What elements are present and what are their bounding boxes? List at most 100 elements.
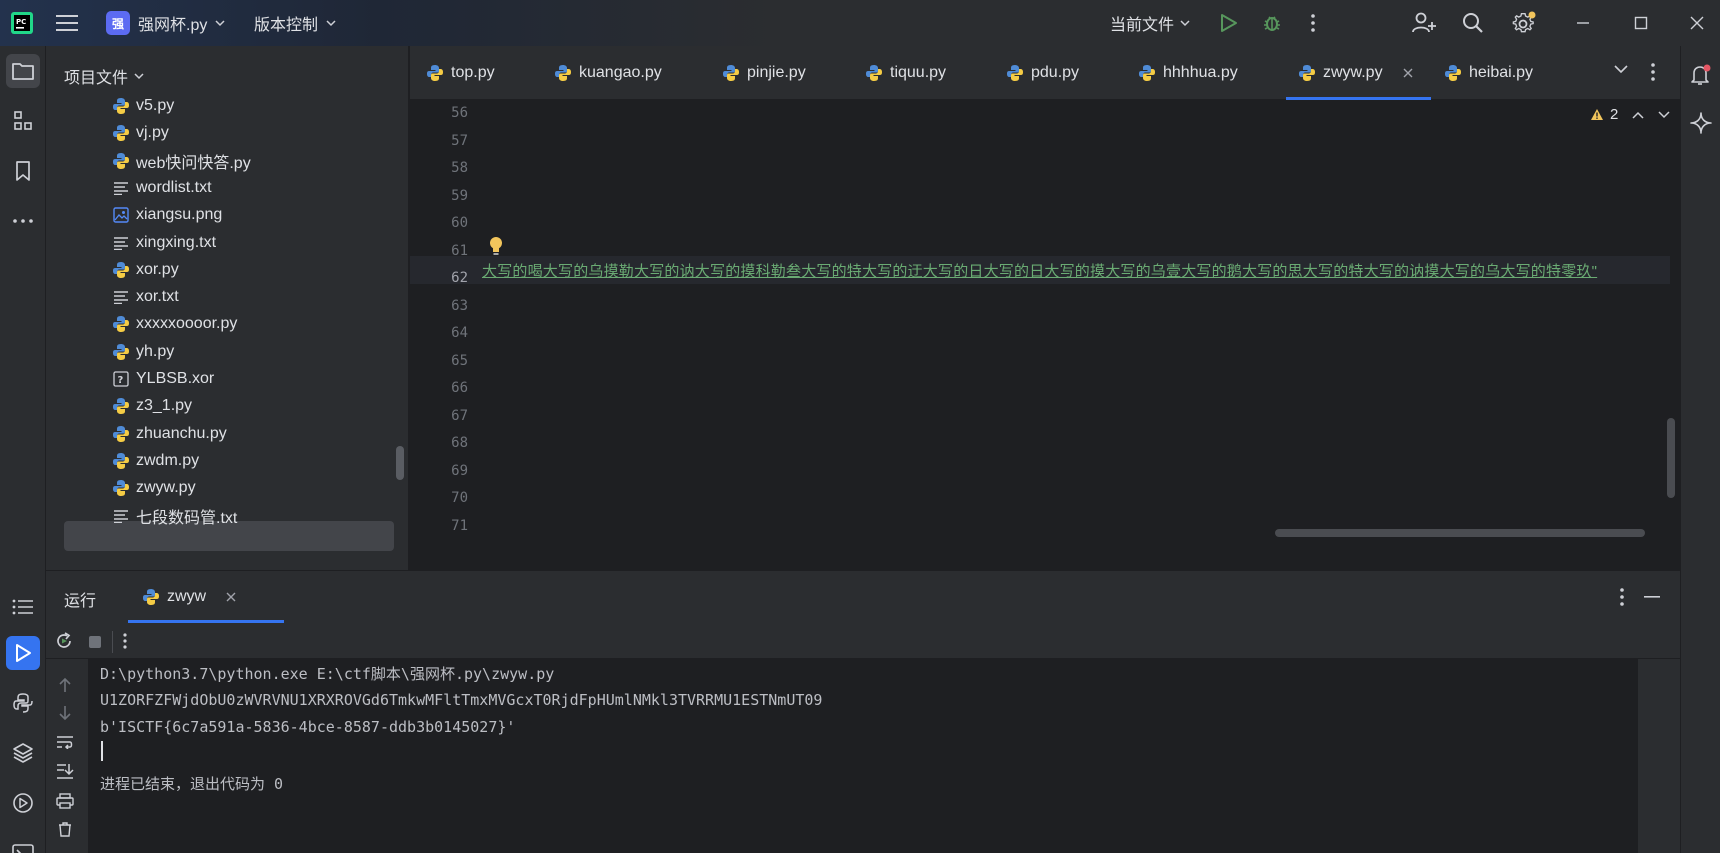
svg-text:?: ?: [118, 375, 124, 386]
file-tree-item[interactable]: xor.py: [112, 256, 179, 284]
bookmarks-tool-button[interactable]: [6, 154, 40, 188]
hide-panel-icon[interactable]: [1644, 596, 1660, 598]
line-number: 69: [451, 462, 468, 479]
packages-tool-button[interactable]: [6, 736, 40, 770]
chevron-up-icon[interactable]: [1632, 111, 1644, 119]
app-logo-icon[interactable]: PC: [10, 0, 34, 46]
editor-tab[interactable]: zwyw.py: [1286, 46, 1431, 100]
ai-assistant-button[interactable]: [1684, 106, 1718, 140]
run-toolbar-more-icon[interactable]: [122, 632, 128, 650]
stop-icon[interactable]: [88, 635, 102, 649]
services-tool-button[interactable]: [6, 786, 40, 820]
editor-tab-label: hhhhua.py: [1163, 64, 1238, 81]
line-number: 57: [451, 132, 468, 149]
file-tree-item[interactable]: web快问快答.py: [112, 147, 251, 175]
more-vertical-icon[interactable]: [1310, 0, 1316, 46]
file-tree-item[interactable]: yh.py: [112, 338, 174, 366]
python-file-icon: [112, 152, 130, 170]
notifications-button[interactable]: [1684, 58, 1718, 92]
line-number: 61: [451, 242, 468, 259]
project-name: 强网杯.py: [138, 17, 208, 34]
console-caret: [101, 741, 103, 761]
clear-console-icon[interactable]: [56, 821, 74, 837]
settings-gear-icon[interactable]: [1512, 0, 1536, 46]
chevron-down-icon[interactable]: [1658, 110, 1670, 119]
scroll-to-end-icon[interactable]: [56, 763, 74, 779]
soft-wrap-icon[interactable]: [56, 735, 74, 749]
bookmark-icon: [14, 160, 32, 182]
editor-tab-label: pdu.py: [1031, 64, 1080, 81]
print-icon[interactable]: [56, 793, 74, 809]
file-tree-item[interactable]: zwyw.py: [112, 474, 196, 502]
file-tree-item[interactable]: zhuanchu.py: [112, 420, 227, 448]
project-switcher[interactable]: 强 强网杯.py: [106, 0, 225, 46]
file-tree-item[interactable]: xxxxxoooor.py: [112, 310, 237, 338]
maximize-window-icon[interactable]: [1634, 0, 1648, 46]
run-tool-button[interactable]: [6, 636, 40, 670]
warning-icon: [1590, 108, 1604, 121]
debug-icon[interactable]: [1262, 0, 1282, 46]
rerun-icon[interactable]: [54, 631, 74, 651]
console-line: 进程已结束，退出代码为 0: [100, 775, 284, 793]
services-icon: [12, 792, 34, 814]
file-tree-item[interactable]: ? YLBSB.xor: [112, 365, 214, 393]
file-tree-item[interactable]: wordlist.txt: [112, 174, 212, 202]
vcs-menu[interactable]: 版本控制: [254, 0, 336, 46]
search-icon[interactable]: [1462, 0, 1484, 46]
close-window-icon[interactable]: [1690, 0, 1704, 46]
arrow-up-icon[interactable]: [58, 677, 72, 693]
run-panel-more-icon[interactable]: [1619, 587, 1625, 607]
editor-tab[interactable]: top.py: [426, 46, 495, 100]
left-tool-strip: [0, 46, 46, 853]
file-tree-item[interactable]: v5.py: [112, 92, 174, 120]
file-tree-item[interactable]: 七段数码管.txt: [112, 502, 237, 530]
line-number: 60: [451, 215, 468, 231]
editor-tab[interactable]: tiquu.py: [865, 46, 946, 100]
lightbulb-icon[interactable]: [488, 236, 504, 256]
image-file-icon: [112, 206, 130, 224]
arrow-down-icon[interactable]: [58, 705, 72, 721]
add-user-icon[interactable]: [1412, 0, 1436, 46]
code-editor[interactable]: 56 57 58 59 60 61 62 63 64 65 66 67 68 69 70 71 大写的喝大写的…: [410, 100, 1680, 570]
run-tab-zwyw[interactable]: zwyw: [128, 571, 284, 623]
editor-tab[interactable]: heibai.py: [1444, 46, 1533, 100]
editor-horizontal-scrollbar[interactable]: [1275, 529, 1645, 537]
file-tree-item[interactable]: z3_1.py: [112, 392, 192, 420]
terminal-tool-button[interactable]: [6, 836, 40, 853]
close-tab-icon[interactable]: [226, 592, 236, 602]
run-icon[interactable]: [1220, 0, 1238, 46]
file-tree-item[interactable]: zwdm.py: [112, 447, 199, 475]
file-tree-item[interactable]: xiangsu.png: [112, 201, 222, 229]
console-side-toolbar: [46, 659, 88, 853]
inspection-widget[interactable]: 2: [1590, 106, 1670, 123]
project-scrollbar[interactable]: [396, 446, 404, 480]
python-console-tool-button[interactable]: [6, 686, 40, 720]
project-tool-button[interactable]: [6, 54, 40, 88]
more-tools-button[interactable]: [6, 204, 40, 238]
file-tree-item[interactable]: vj.py: [112, 119, 169, 147]
file-tree-item[interactable]: xor.txt: [112, 283, 179, 311]
file-tree-item[interactable]: xingxing.txt: [112, 229, 216, 257]
tab-list-chevron-icon[interactable]: [1614, 64, 1628, 74]
console-line: D:\python3.7\python.exe E:\ctf脚本\强网杯.py\…: [100, 665, 555, 683]
project-panel-header[interactable]: 项目文件: [64, 64, 144, 88]
layers-icon: [12, 742, 34, 764]
structure-icon: [12, 110, 34, 132]
unknown-file-icon: ?: [112, 370, 130, 388]
chevron-down-icon: [215, 19, 225, 27]
python-file-icon: [554, 64, 572, 82]
console-output[interactable]: D:\python3.7\python.exe E:\ctf脚本\强网杯.py\…: [88, 659, 1638, 853]
editor-tab[interactable]: kuangao.py: [554, 46, 662, 100]
editor-tab[interactable]: hhhhua.py: [1138, 46, 1238, 100]
close-tab-icon[interactable]: [1403, 68, 1413, 78]
main-menu-icon[interactable]: [56, 0, 78, 46]
minimize-window-icon[interactable]: [1576, 0, 1590, 46]
structure-tool-button[interactable]: [6, 104, 40, 138]
editor-tab[interactable]: pdu.py: [1006, 46, 1079, 100]
line-number: 68: [451, 435, 468, 451]
todo-tool-button[interactable]: [6, 590, 40, 624]
run-config-selector[interactable]: 当前文件: [1110, 0, 1190, 46]
editor-tab[interactable]: pinjie.py: [722, 46, 806, 100]
tabs-more-icon[interactable]: [1650, 62, 1656, 82]
editor-vertical-scrollbar[interactable]: [1667, 418, 1675, 498]
